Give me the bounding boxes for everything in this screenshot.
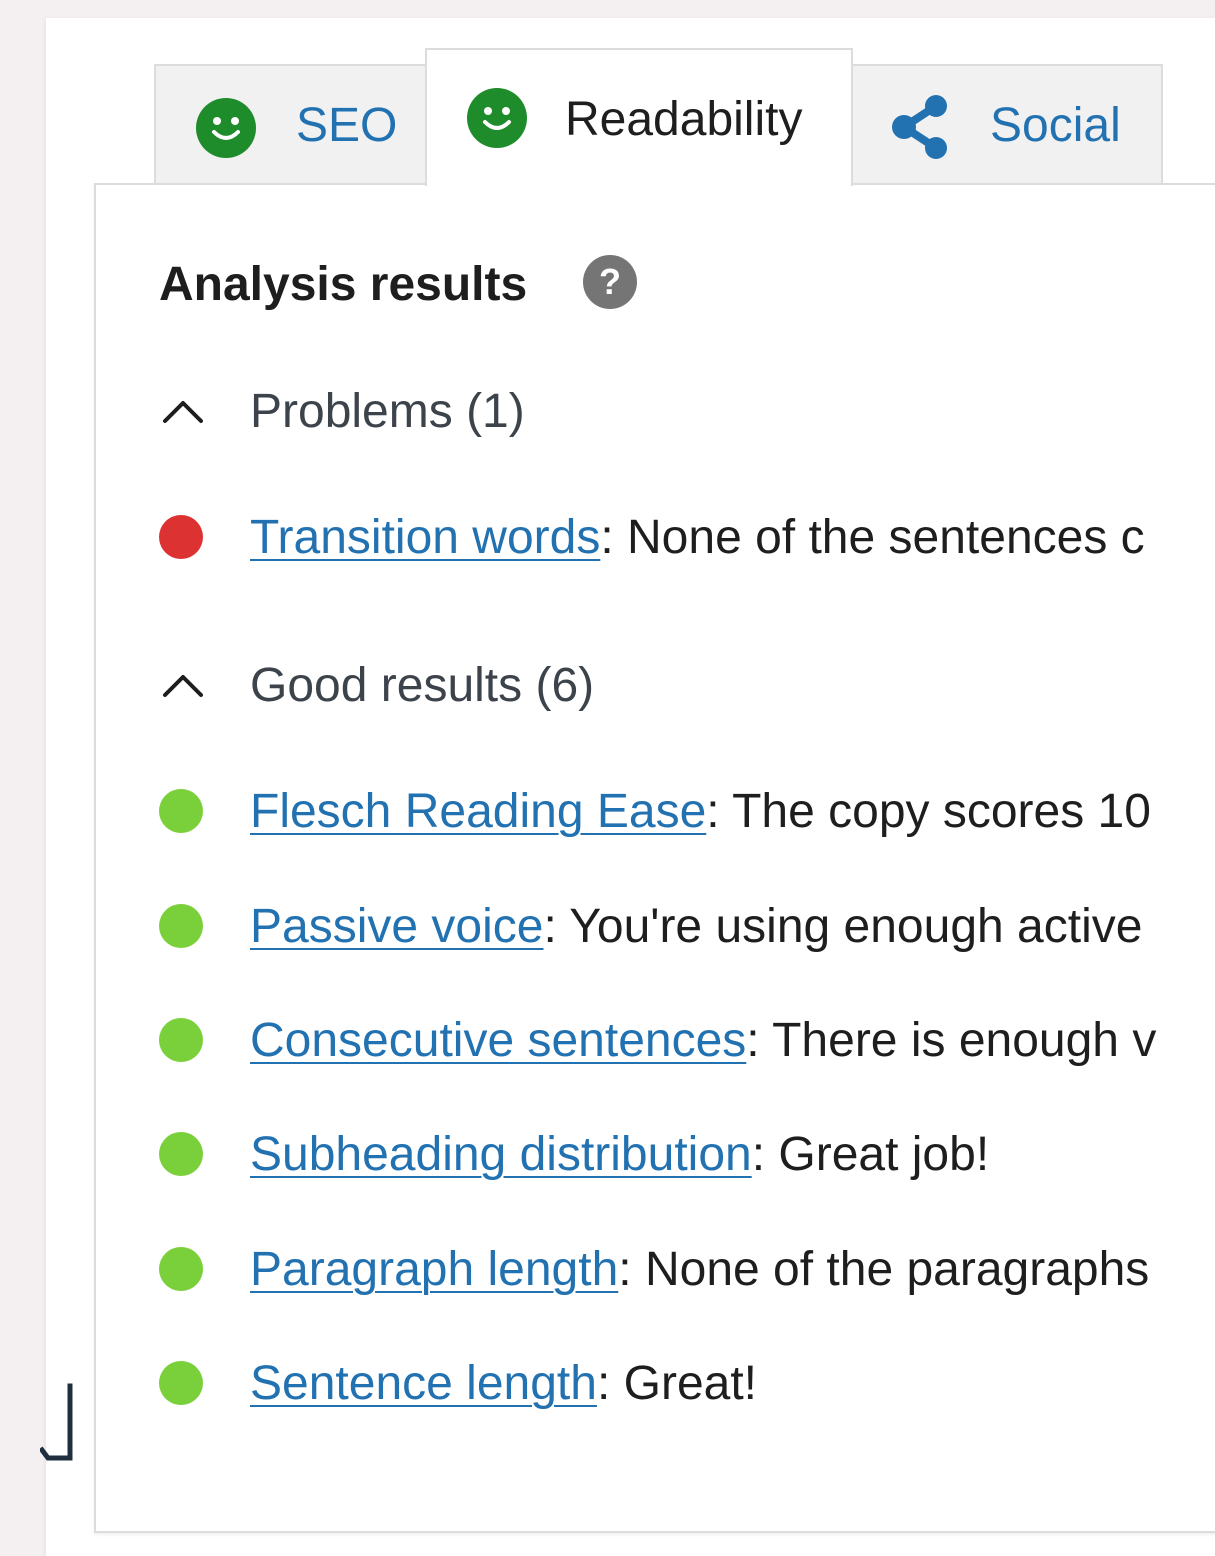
result-text: : You're using enough active: [543, 899, 1143, 953]
result-text: : The copy scores 10: [706, 784, 1151, 838]
share-icon: [892, 95, 947, 159]
chevron-up-icon: [163, 401, 203, 423]
good-results-toggle[interactable]: Good results (6): [159, 655, 594, 715]
passive-voice-link[interactable]: Passive voice: [250, 899, 543, 954]
sentence-length-link[interactable]: Sentence length: [250, 1356, 597, 1411]
readability-panel: Analysis results ? Problems (1) Transiti…: [94, 183, 1215, 1533]
analysis-results-heading: Analysis results: [159, 258, 528, 311]
flesch-reading-ease-link[interactable]: Flesch Reading Ease: [250, 784, 706, 839]
tab-seo-label: SEO: [296, 99, 398, 152]
tab-social-label: Social: [990, 99, 1121, 152]
result-text: : Great!: [596, 1356, 758, 1410]
bad-status-bullet: [159, 515, 203, 559]
tab-readability[interactable]: Readability: [425, 48, 853, 186]
consecutive-sentences-link[interactable]: Consecutive sentences: [250, 1013, 746, 1068]
result-text: : None of the paragraphs: [618, 1242, 1150, 1296]
result-flesch-reading-ease: Flesch Reading Ease : The copy scores 10: [159, 781, 1151, 841]
tab-seo[interactable]: SEO: [154, 64, 428, 186]
question-mark-icon[interactable]: ?: [583, 255, 637, 309]
result-text: : There is enough v: [746, 1013, 1157, 1067]
result-text: : Great job!: [751, 1127, 990, 1181]
result-subheading-distribution: Subheading distribution : Great job!: [159, 1124, 989, 1184]
result-sentence-length: Sentence length : Great!: [159, 1353, 757, 1413]
transition-words-link[interactable]: Transition words: [250, 510, 600, 565]
good-status-bullet: [159, 904, 203, 948]
result-text: : None of the sentences c: [600, 510, 1145, 564]
good-status-bullet: [159, 789, 203, 833]
smiley-face-icon: [467, 88, 527, 148]
good-status-bullet: [159, 1132, 203, 1176]
svg-text:?: ?: [599, 261, 621, 302]
problems-label: Problems (1): [250, 384, 525, 438]
good-status-bullet: [159, 1361, 203, 1405]
problems-toggle[interactable]: Problems (1): [159, 381, 525, 441]
good-status-bullet: [159, 1018, 203, 1062]
subheading-distribution-link[interactable]: Subheading distribution: [250, 1127, 752, 1182]
smiley-face-icon: [196, 98, 256, 158]
tab-readability-label: Readability: [565, 93, 803, 146]
tab-social[interactable]: Social: [850, 64, 1163, 186]
result-paragraph-length: Paragraph length : None of the paragraph…: [159, 1239, 1149, 1299]
good-status-bullet: [159, 1247, 203, 1291]
paragraph-length-link[interactable]: Paragraph length: [250, 1242, 618, 1297]
good-results-label: Good results (6): [250, 658, 595, 712]
result-passive-voice: Passive voice : You're using enough acti…: [159, 896, 1142, 956]
result-consecutive-sentences: Consecutive sentences : There is enough …: [159, 1010, 1156, 1070]
result-transition-words: Transition words : None of the sentences…: [159, 507, 1145, 567]
partial-arrow-icon: [40, 1383, 73, 1461]
chevron-up-icon: [163, 675, 203, 697]
